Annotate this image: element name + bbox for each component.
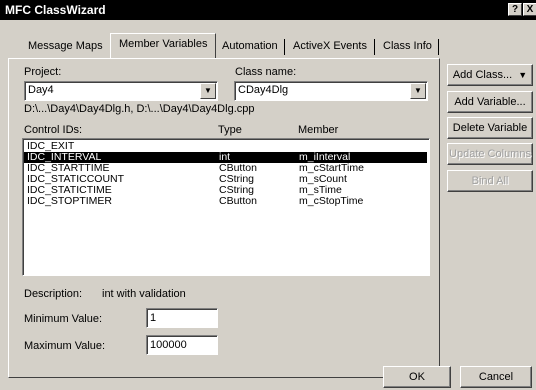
help-icon[interactable]: ? <box>508 3 522 16</box>
bind-all-button[interactable]: Bind All <box>447 170 533 192</box>
tab-member-variables[interactable]: Member Variables <box>110 33 217 59</box>
tab-activex-events[interactable]: ActiveX Events <box>285 36 375 58</box>
type-header: Type <box>218 124 242 136</box>
window-title: MFC ClassWizard <box>5 3 106 17</box>
delete-variable-button[interactable]: Delete Variable <box>447 117 533 139</box>
list-item[interactable]: IDC_STOPTIMER CButton m_cStopTime <box>24 196 427 207</box>
description-label: Description: <box>24 288 83 300</box>
project-label: Project: <box>24 66 62 78</box>
add-variable-button[interactable]: Add Variable... <box>447 91 533 113</box>
maximum-value-label: Maximum Value: <box>24 340 106 352</box>
tab-class-info[interactable]: Class Info <box>375 36 440 58</box>
control-ids-list[interactable]: IDC_EXIT IDC_INTERVAL int m_iInterval ID… <box>22 138 430 276</box>
tab-message-maps[interactable]: Message Maps <box>20 36 111 58</box>
close-icon[interactable]: X <box>523 3 536 16</box>
title-bar[interactable]: MFC ClassWizard ? X <box>0 0 536 20</box>
class-name-combo[interactable]: CDay4Dlg ▼ <box>234 81 428 101</box>
add-class-button[interactable]: Add Class... ▼ <box>447 64 533 86</box>
tab-separator <box>438 39 439 55</box>
minimum-value-label: Minimum Value: <box>24 313 103 325</box>
chevron-down-icon[interactable]: ▼ <box>200 83 216 99</box>
description-value: int with validation <box>102 288 186 300</box>
class-name-label: Class name: <box>235 66 297 78</box>
ok-button[interactable]: OK <box>383 366 451 388</box>
cancel-button[interactable]: Cancel <box>460 366 532 388</box>
maximum-value-input[interactable]: 100000 <box>146 335 218 355</box>
chevron-down-icon: ▼ <box>518 70 528 80</box>
project-combo[interactable]: Day4 ▼ <box>24 81 218 101</box>
update-columns-button[interactable]: Update Columns <box>447 143 533 165</box>
chevron-down-icon[interactable]: ▼ <box>410 83 426 99</box>
project-value: Day4 <box>28 84 54 96</box>
member-header: Member <box>298 124 339 136</box>
tab-automation[interactable]: Automation <box>214 36 286 58</box>
files-path: D:\...\Day4\Day4Dlg.h, D:\...\Day4\Day4D… <box>24 103 255 115</box>
classwizard-dialog: MFC ClassWizard ? X Message Maps Member … <box>0 0 536 390</box>
minimum-value-input[interactable]: 1 <box>146 308 218 328</box>
class-name-value: CDay4Dlg <box>238 84 289 96</box>
control-ids-header: Control IDs: <box>24 124 83 136</box>
